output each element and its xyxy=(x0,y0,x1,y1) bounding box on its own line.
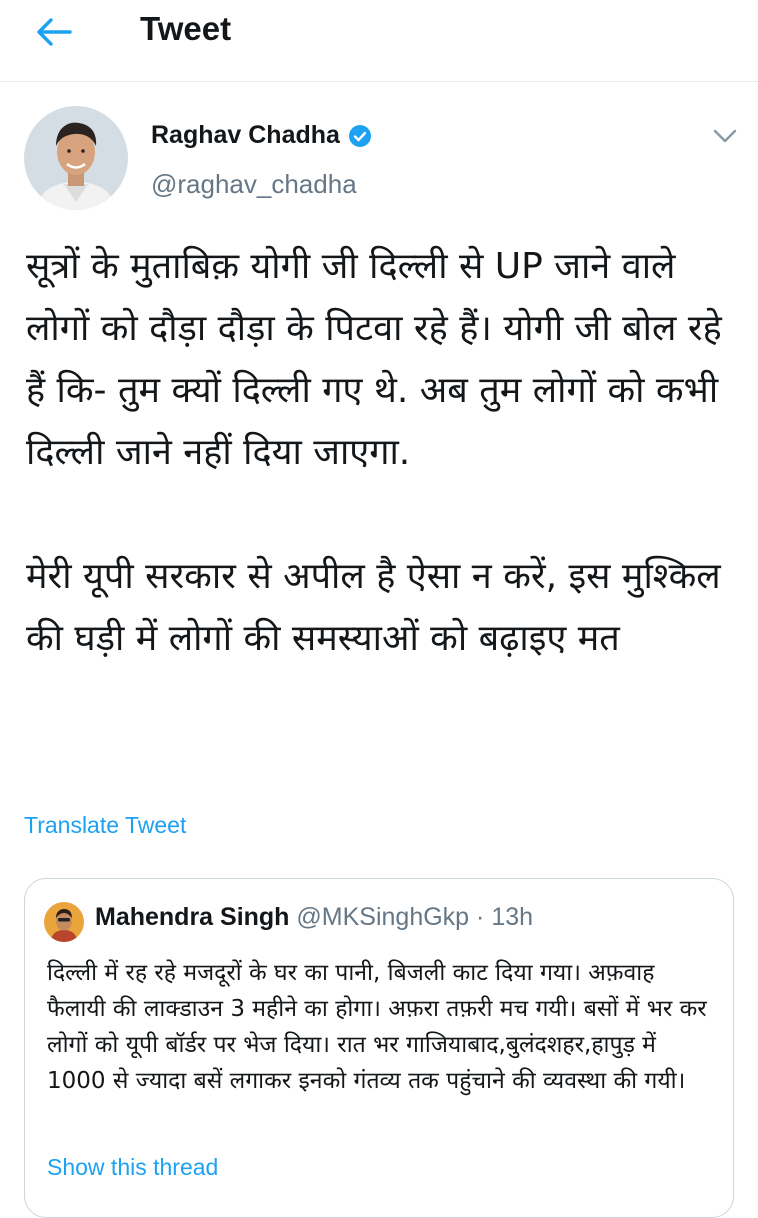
author-handle[interactable]: @raghav_chadha xyxy=(151,169,357,200)
separator-dot: · xyxy=(476,903,485,931)
quoted-tweet-header: Mahendra Singh @MKSinghGkp · 13h xyxy=(95,903,533,932)
quoted-tweet-time: 13h xyxy=(491,903,534,931)
tweet-text: सूत्रों के मुताबिक़ योगी जी दिल्ली से UP… xyxy=(26,236,736,670)
quoted-author-avatar xyxy=(44,902,84,942)
chevron-down-icon xyxy=(713,129,737,143)
avatar-photo xyxy=(44,902,84,942)
quoted-tweet-text: दिल्ली में रह रहे मजदूरों के घर का पानी,… xyxy=(47,960,707,1094)
quoted-author-name: Mahendra Singh xyxy=(95,903,290,931)
author-name[interactable]: Raghav Chadha xyxy=(151,121,372,150)
avatar-photo xyxy=(24,106,128,210)
author-avatar[interactable] xyxy=(24,106,128,210)
author-name-text: Raghav Chadha xyxy=(151,121,340,149)
more-options-button[interactable] xyxy=(708,122,742,150)
back-button[interactable] xyxy=(30,14,78,50)
quoted-tweet[interactable]: Mahendra Singh @MKSinghGkp · 13h दिल्ली … xyxy=(24,878,734,1218)
tweet-paragraph: सूत्रों के मुताबिक़ योगी जी दिल्ली से UP… xyxy=(26,246,722,473)
top-bar: Tweet xyxy=(0,0,758,82)
show-thread-link[interactable]: Show this thread xyxy=(47,1154,218,1181)
arrow-left-icon xyxy=(37,18,72,46)
page-title: Tweet xyxy=(140,10,232,47)
tweet-paragraph: मेरी यूपी सरकार से अपील है ऐसा न करें, इ… xyxy=(26,556,721,659)
verified-badge-icon xyxy=(348,124,372,148)
quoted-author-handle: @MKSinghGkp xyxy=(296,903,470,931)
translate-tweet-link[interactable]: Translate Tweet xyxy=(24,812,186,839)
